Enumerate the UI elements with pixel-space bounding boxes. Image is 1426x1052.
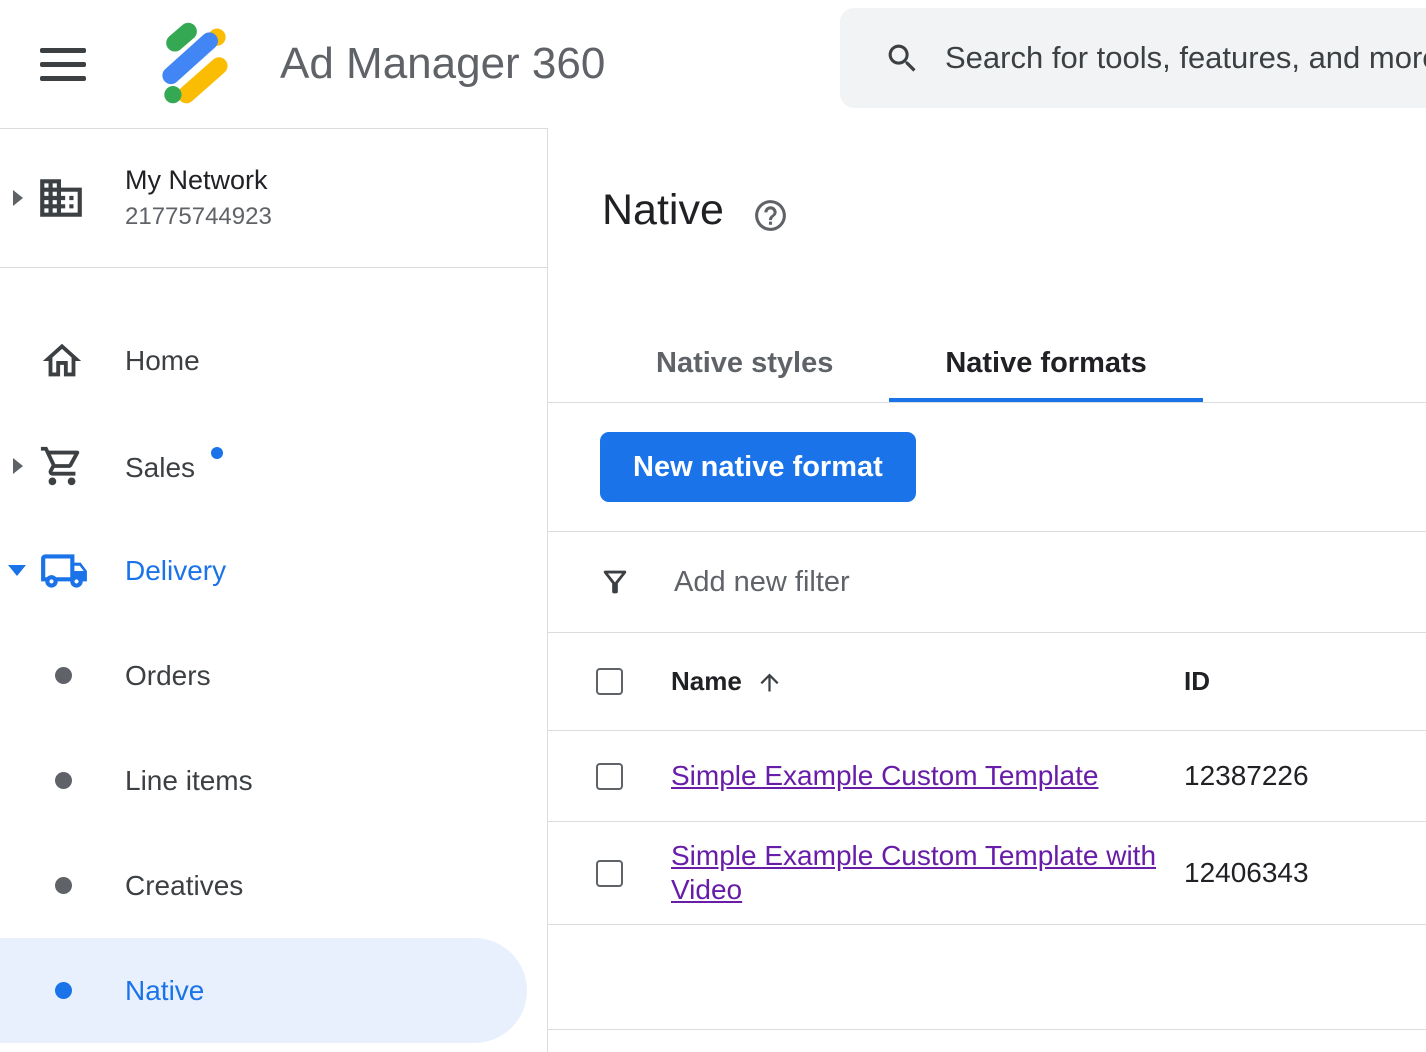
row-checkbox[interactable] [596,763,623,790]
truck-icon [39,546,89,596]
table-empty-row [548,925,1426,1030]
sidebar-item-delivery[interactable]: Delivery [0,518,547,623]
network-selector[interactable]: My Network 21775744923 [0,129,547,268]
building-icon [36,173,86,223]
tab-bar: Native styles Native formats [548,328,1426,403]
table-row: Simple Example Custom Template 12387226 [548,731,1426,822]
native-formats-table: Name ID Simple Example Custom Template 1… [548,633,1426,1030]
sidebar-item-label: Delivery [125,555,226,587]
sidebar-item-label: Sales [125,447,223,484]
home-icon [39,338,85,384]
select-all-checkbox[interactable] [596,668,623,695]
sidebar-item-line-items[interactable]: Line items [0,728,547,833]
sidebar-item-creatives[interactable]: Creatives [0,833,547,938]
help-icon[interactable] [752,197,789,234]
table-header-row: Name ID [548,633,1426,731]
bullet-icon [55,982,72,999]
notification-dot [211,447,223,459]
bullet-icon [55,667,72,684]
tab-native-styles[interactable]: Native styles [600,328,889,402]
caret-down-icon [8,565,26,576]
search-placeholder: Search for tools, features, and more [945,40,1426,76]
ad-manager-logo-icon [148,18,240,110]
new-native-format-button[interactable]: New native format [600,432,916,502]
network-name: My Network [125,165,272,196]
main-content: Native Native styles Native formats New … [548,128,1426,1052]
native-format-link[interactable]: Simple Example Custom Template with Vide… [671,840,1156,905]
sidebar-item-label: Line items [125,765,253,797]
top-app-bar: Ad Manager 360 Search for tools, feature… [0,0,1426,128]
table-row: Simple Example Custom Template with Vide… [548,822,1426,925]
shopping-cart-icon [39,443,85,489]
sidebar-item-label: Native [125,975,204,1007]
sidebar-item-home[interactable]: Home [0,308,547,413]
sidebar-item-orders[interactable]: Orders [0,623,547,728]
bullet-icon [55,772,72,789]
native-format-link[interactable]: Simple Example Custom Template [671,760,1098,791]
native-format-id: 12387226 [1184,760,1426,792]
bullet-icon [55,877,72,894]
sidebar-item-label: Home [125,345,200,377]
tab-native-formats[interactable]: Native formats [889,328,1202,402]
menu-icon[interactable] [40,48,86,81]
sidebar: My Network 21775744923 Home Sales [0,128,548,1052]
filter-placeholder: Add new filter [674,566,850,599]
search-input[interactable]: Search for tools, features, and more [840,8,1426,108]
column-header-name[interactable]: Name [671,666,1160,697]
sidebar-item-label: Orders [125,660,211,692]
row-checkbox[interactable] [596,860,623,887]
page-title: Native [602,186,724,235]
search-icon [884,40,921,77]
sidebar-item-label: Creatives [125,870,243,902]
network-id: 21775744923 [125,203,272,231]
caret-right-icon [13,458,23,474]
sidebar-item-native[interactable]: Native [0,938,527,1043]
column-header-id[interactable]: ID [1184,666,1426,697]
sidebar-item-sales[interactable]: Sales [0,413,547,518]
sort-ascending-icon [756,669,783,696]
native-format-id: 12406343 [1184,857,1426,889]
app-title: Ad Manager 360 [280,39,605,89]
filter-funnel-icon [598,565,632,599]
filter-bar[interactable]: Add new filter [548,531,1426,633]
caret-right-icon [13,190,23,206]
